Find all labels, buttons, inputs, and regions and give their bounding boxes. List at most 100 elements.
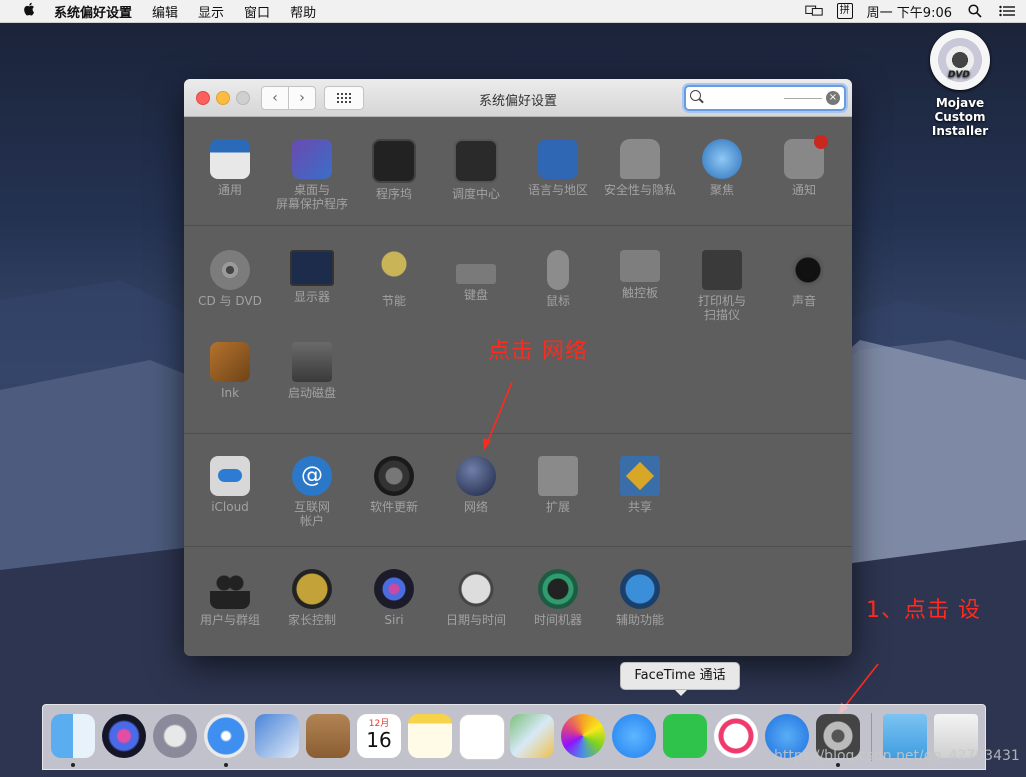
- clear-search-icon[interactable]: ×: [826, 91, 840, 105]
- pref-label: 调度中心: [451, 187, 500, 201]
- reminders-icon[interactable]: [459, 714, 505, 760]
- network-hint-annotation: 点击 网络: [488, 339, 588, 364]
- pref-label: 日期与时间: [445, 613, 506, 627]
- icloud-icon: [210, 456, 250, 496]
- pref-language-region[interactable]: 语言与地区: [517, 139, 599, 197]
- network-arrow-annotation: [483, 381, 513, 450]
- input-method-icon[interactable]: 拼: [836, 3, 853, 19]
- pref-sharing[interactable]: 共享: [599, 456, 681, 514]
- internet-accounts-icon: @: [292, 456, 332, 496]
- airplay-display-icon[interactable]: [804, 4, 823, 18]
- facetime-icon[interactable]: [663, 714, 707, 758]
- pref-keyboard[interactable]: 键盘: [435, 250, 517, 302]
- pref-label: 声音: [791, 294, 816, 308]
- photos-icon[interactable]: [561, 714, 605, 758]
- system-preferences-window: ‹ › 系统偏好设置 × 通用 桌面与 屏幕保护程序 程序坞 调度中心 语言与地…: [184, 79, 852, 656]
- disk-label-line1: Mojave Custom: [934, 96, 986, 124]
- notes-icon[interactable]: [408, 714, 452, 758]
- menu-window[interactable]: 窗口: [234, 2, 280, 21]
- pref-label: Ink: [220, 386, 240, 400]
- keyboard-icon: [456, 264, 496, 284]
- pref-cd-dvd[interactable]: CD 与 DVD: [189, 250, 271, 308]
- date-time-icon: [456, 569, 496, 609]
- pref-network[interactable]: 网络: [435, 456, 517, 514]
- language-region-icon: [538, 139, 578, 179]
- pref-siri[interactable]: Siri: [353, 569, 435, 627]
- pref-trackpad[interactable]: 触控板: [599, 250, 681, 300]
- watermark-text: https://blog.csdn.net/qq_42703431: [774, 748, 1020, 764]
- general-icon: [210, 139, 250, 179]
- calendar-icon[interactable]: 12月 16: [357, 714, 401, 758]
- pref-label: 软件更新: [369, 500, 418, 514]
- preferences-search-field[interactable]: ×: [684, 85, 846, 111]
- pref-mission-control[interactable]: 调度中心: [435, 139, 517, 201]
- menu-help[interactable]: 帮助: [280, 2, 326, 21]
- printers-scanners-icon: [702, 250, 742, 290]
- software-update-icon: [374, 456, 414, 496]
- messages-icon[interactable]: [612, 714, 656, 758]
- pref-general[interactable]: 通用: [189, 139, 271, 197]
- pref-extensions[interactable]: 扩展: [517, 456, 599, 514]
- pref-time-machine[interactable]: 时间机器: [517, 569, 599, 627]
- apple-menu-icon[interactable]: [14, 2, 44, 20]
- pref-software-update[interactable]: 软件更新: [353, 456, 435, 514]
- pref-desktop-screensaver[interactable]: 桌面与 屏幕保护程序: [271, 139, 353, 211]
- dock-tooltip: FaceTime 通话: [620, 662, 740, 696]
- mouse-icon: [547, 250, 569, 290]
- menu-view[interactable]: 显示: [188, 2, 234, 21]
- time-machine-icon: [538, 569, 578, 609]
- maps-icon[interactable]: [510, 714, 554, 758]
- pref-security-privacy[interactable]: 安全性与隐私: [599, 139, 681, 197]
- pref-printers-scanners[interactable]: 打印机与 扫描仪: [681, 250, 763, 322]
- pref-label: 节能: [381, 294, 406, 308]
- finder-icon[interactable]: [51, 714, 95, 758]
- pref-label: 通知: [791, 183, 816, 197]
- pref-notifications[interactable]: 通知: [763, 135, 845, 197]
- pref-users-groups[interactable]: 用户与群组: [189, 569, 271, 627]
- safari-icon[interactable]: [204, 714, 248, 758]
- sharing-icon: [620, 456, 660, 496]
- menu-edit[interactable]: 编辑: [142, 2, 188, 21]
- pref-label: 时间机器: [533, 613, 582, 627]
- pref-displays[interactable]: 显示器: [271, 250, 353, 304]
- menu-system-preferences[interactable]: 系统偏好设置: [44, 2, 142, 21]
- spotlight-icon: [702, 139, 742, 179]
- pref-label: 键盘: [463, 288, 488, 302]
- menu-clock[interactable]: 周一 下午9:06: [867, 2, 952, 21]
- pref-ink[interactable]: Ink: [189, 342, 271, 400]
- notification-badge: [814, 135, 828, 149]
- sound-icon: [784, 250, 824, 290]
- pref-spotlight[interactable]: 聚焦: [681, 139, 763, 197]
- energy-saver-icon: [374, 250, 414, 290]
- pref-label: 家长控制: [287, 613, 336, 627]
- notification-center-icon[interactable]: [998, 4, 1016, 18]
- pref-mouse[interactable]: 鼠标: [517, 250, 599, 308]
- pref-label: 通用: [217, 183, 242, 197]
- pref-label: 语言与地区: [527, 183, 588, 197]
- desktop-screensaver-icon: [292, 139, 332, 179]
- pref-label: 鼠标: [545, 294, 570, 308]
- pref-label: 共享: [627, 500, 652, 514]
- itunes-icon[interactable]: [714, 714, 758, 758]
- search-icon: [690, 90, 701, 101]
- pref-internet-accounts[interactable]: @ 互联网 帐户: [271, 456, 353, 528]
- pref-label: 扩展: [545, 500, 570, 514]
- contacts-icon[interactable]: [306, 714, 350, 758]
- pref-dock[interactable]: 程序坞: [353, 139, 435, 201]
- siri-dock-icon[interactable]: [102, 714, 146, 758]
- finder-running-dot: [71, 763, 75, 767]
- pref-date-time[interactable]: 日期与时间: [435, 569, 517, 627]
- spotlight-search-icon[interactable]: [966, 4, 984, 18]
- pref-icloud[interactable]: iCloud: [189, 456, 271, 514]
- pref-accessibility[interactable]: 辅助功能: [599, 569, 681, 627]
- pref-startup-disk[interactable]: 启动磁盘: [271, 342, 353, 400]
- pref-parental-controls[interactable]: 家长控制: [271, 569, 353, 627]
- mail-icon[interactable]: [255, 714, 299, 758]
- installer-disk[interactable]: DVD Mojave Custom Installer: [910, 30, 1010, 138]
- pref-energy-saver[interactable]: 节能: [353, 250, 435, 308]
- pref-label: 网络: [463, 500, 488, 514]
- pref-sound[interactable]: 声音: [763, 250, 845, 308]
- siri-icon: [374, 569, 414, 609]
- security-privacy-icon: [620, 139, 660, 179]
- launchpad-icon[interactable]: [153, 714, 197, 758]
